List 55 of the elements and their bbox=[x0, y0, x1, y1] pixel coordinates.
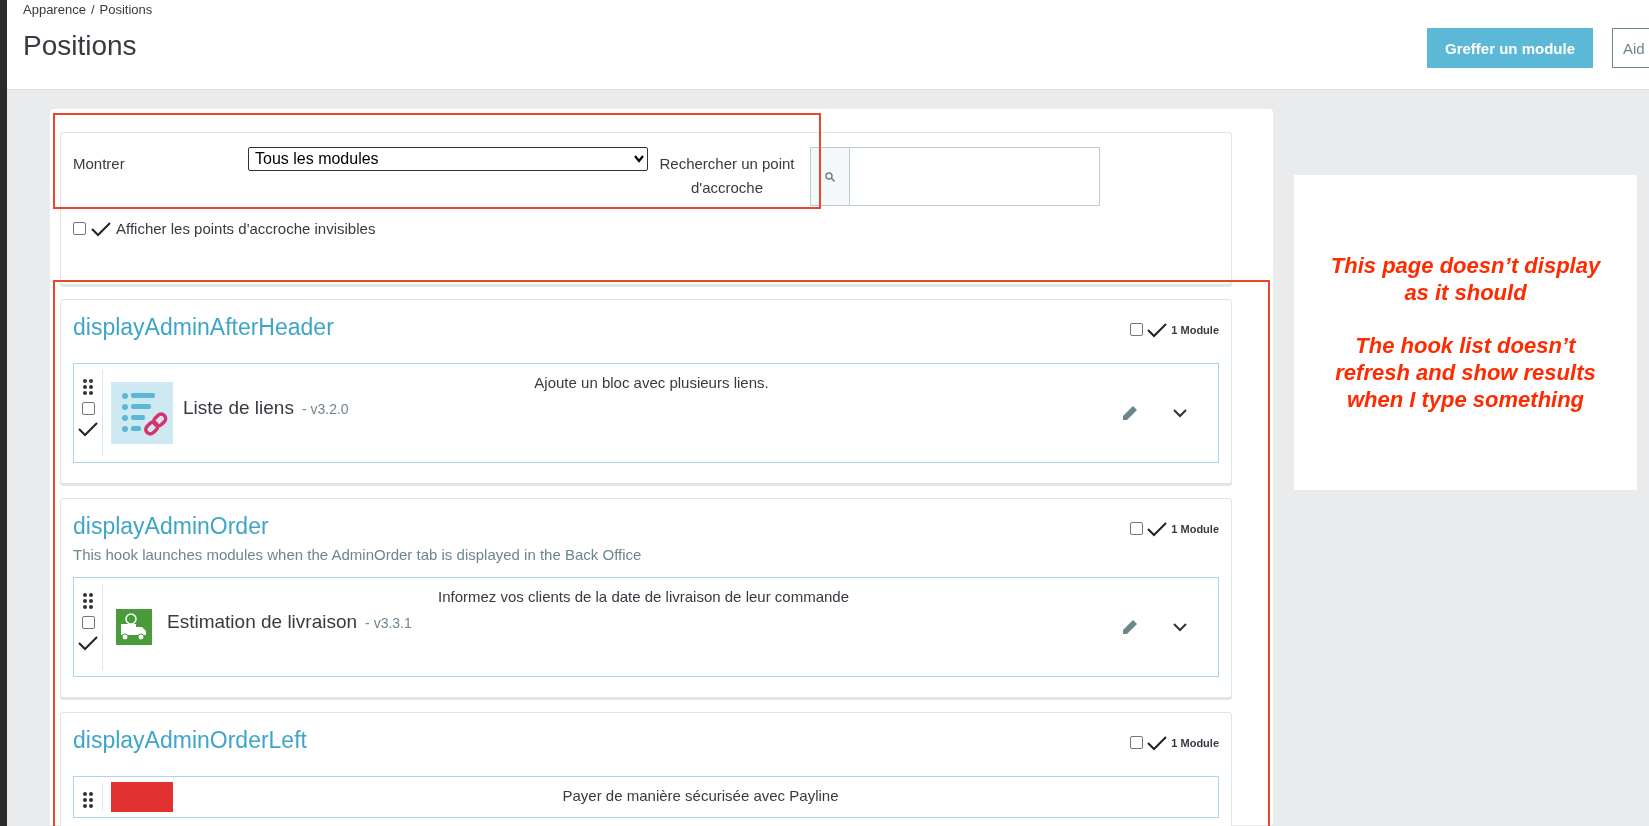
drag-handle-icon bbox=[82, 378, 94, 396]
checkbox-label: Afficher les points d'accroche invisibles bbox=[116, 220, 376, 237]
module-description: Informez vos clients de la date de livraison de leur commande bbox=[436, 588, 850, 605]
checkmark-icon bbox=[1147, 520, 1168, 537]
add-module-button[interactable]: Greffer un module bbox=[1427, 28, 1593, 68]
drag-handle-icon bbox=[82, 791, 94, 809]
caret-icon bbox=[634, 155, 644, 163]
breadcrumb-item[interactable]: Apparence bbox=[23, 2, 86, 17]
hook-description: This hook launches modules when the AdminOrder tab is displayed in the Back Office bbox=[73, 546, 643, 563]
module-version: - v3.3.1 bbox=[365, 615, 412, 631]
checkbox[interactable] bbox=[81, 616, 95, 629]
module-count: 1 Module bbox=[1171, 323, 1219, 336]
link-list-icon bbox=[111, 382, 173, 444]
expand-button[interactable] bbox=[1172, 622, 1188, 632]
edit-icon bbox=[1120, 617, 1140, 637]
edit-icon bbox=[1120, 403, 1140, 423]
checkbox[interactable] bbox=[1130, 522, 1144, 535]
breadcrumb-separator: / bbox=[90, 2, 95, 17]
module-version: - v3.2.0 bbox=[301, 401, 349, 417]
module-description: Payer de manière sécurisée avec Payline bbox=[561, 787, 840, 804]
checkmark-icon bbox=[1147, 321, 1168, 338]
hook-name[interactable]: displayAdminAfterHeader bbox=[73, 314, 334, 341]
module-name: Liste de liens bbox=[183, 397, 294, 419]
hook-name[interactable]: displayAdminOrderLeft bbox=[73, 727, 307, 754]
checkbox[interactable] bbox=[1130, 323, 1144, 336]
module-select[interactable]: Tous les modules bbox=[248, 147, 648, 171]
annotation-text: This page doesn’t display as it should bbox=[1329, 252, 1602, 306]
checkmark-icon bbox=[91, 220, 111, 237]
search-icon bbox=[825, 171, 835, 182]
module-count: 1 Module bbox=[1171, 522, 1219, 535]
logo-block-icon bbox=[111, 782, 173, 812]
module-description: Ajoute un bloc avec plusieurs liens. bbox=[533, 374, 770, 391]
hook-name[interactable]: displayAdminOrder bbox=[73, 513, 269, 540]
annotation-text: The hook list doesn’t refresh and show results when I type something bbox=[1334, 332, 1597, 413]
module-count: 1 Module bbox=[1171, 736, 1219, 749]
chevron-down-icon bbox=[1172, 408, 1188, 418]
field-label: Rechercher un point d'accroche bbox=[658, 154, 796, 198]
module-name: Estimation de livraison bbox=[167, 611, 358, 633]
checkmark-icon bbox=[78, 421, 98, 437]
checkbox[interactable] bbox=[1130, 736, 1144, 749]
breadcrumb-item: Positions bbox=[99, 2, 153, 17]
search-field[interactable] bbox=[810, 147, 1100, 206]
checkmark-icon bbox=[78, 635, 98, 651]
checkbox[interactable] bbox=[81, 402, 95, 415]
select-value: Tous les modules bbox=[255, 150, 379, 168]
field-label: Montrer bbox=[73, 154, 126, 172]
checkmark-icon bbox=[1147, 734, 1168, 751]
edit-button[interactable] bbox=[1120, 617, 1140, 637]
expand-button[interactable] bbox=[1172, 408, 1188, 418]
page-title: Positions bbox=[23, 30, 138, 62]
edit-button[interactable] bbox=[1120, 403, 1140, 423]
checkbox[interactable] bbox=[73, 222, 86, 235]
drag-handle-icon bbox=[82, 592, 94, 610]
chevron-down-icon bbox=[1172, 622, 1188, 632]
help-button[interactable]: Aid bbox=[1612, 28, 1649, 68]
